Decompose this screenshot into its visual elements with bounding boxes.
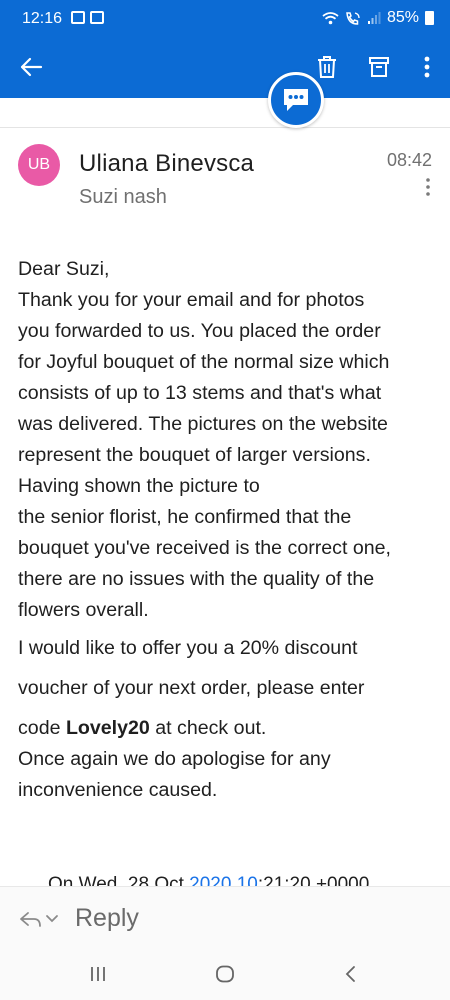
message-header-divider [0,98,450,128]
discount-code-line: code Lovely20 at check out. [18,713,438,744]
status-bar: 12:16 85% [0,0,450,36]
offer-line: I would like to offer you a 20% discount [18,637,358,659]
code-suffix: at check out. [149,717,267,739]
offer-line: voucher of your next order, please enter [18,677,365,699]
code-prefix: code [18,717,66,739]
wifi-calling-icon [346,12,360,25]
battery-icon [425,11,434,25]
more-vertical-icon [424,56,430,78]
body-line: there are no issues with the quality of … [18,568,375,590]
recipient-name[interactable]: Suzi nash [79,186,167,209]
body-line: for Joyful bouquet of the normal size wh… [18,351,390,373]
greeting: Dear Suzi, [18,258,110,280]
chevron-down-icon [46,915,58,923]
body-line: bouquet you've received is the correct o… [18,537,391,559]
body-line: was delivered. The pictures on the websi… [18,413,388,435]
home-icon [216,965,234,983]
gallery-notification-icon [71,11,85,24]
archive-button[interactable] [364,52,394,82]
app-notification-icon [90,11,104,24]
reply-bar[interactable]: Reply [0,886,450,948]
discount-code: Lovely20 [65,717,150,739]
back-button[interactable] [16,52,46,82]
chevron-left-icon [345,966,355,982]
app-bar: 12:16 85% [0,0,450,98]
recent-apps-button[interactable] [83,962,113,986]
closing-line: inconvenience caused. [18,779,218,801]
chat-bubble-icon [284,89,308,111]
message-body: Dear Suzi, Thank you for your email and … [18,254,438,806]
avatar-initials: UB [27,156,51,173]
signal-icon [367,12,381,24]
archive-icon [369,57,389,77]
closing-line: Once again we do apologise for any [18,748,331,770]
chat-view-button[interactable] [268,72,324,128]
system-nav-bar [0,948,450,1000]
reply-button-label[interactable]: Reply [75,904,139,933]
body-line: Having shown the picture to [18,475,260,497]
delete-button[interactable] [312,52,342,82]
status-right: 85% [322,9,434,27]
body-line: flowers overall. [18,599,149,621]
body-line: Thank you for your email and for photos [18,289,365,311]
home-button[interactable] [210,962,240,986]
battery-percent: 85% [386,9,419,26]
more-options-button[interactable] [412,52,442,82]
more-vertical-icon [426,178,430,196]
reply-icon [20,912,41,927]
sender-name[interactable]: Uliana Binevsca [79,150,254,178]
recent-apps-icon [91,967,105,981]
message-more-button[interactable] [418,176,438,198]
status-time: 12:16 [22,10,63,27]
wifi-icon [322,12,339,25]
body-line: represent the bouquet of larger versions… [18,444,371,466]
avatar[interactable]: UB [18,144,60,186]
body-line: you forwarded to us. You placed the orde… [18,320,381,342]
back-arrow-icon [20,57,43,77]
body-line: the senior florist, he confirmed that th… [18,506,352,528]
body-line: consists of up to 13 stems and that's wh… [18,382,382,404]
message-time: 08:42 [386,150,432,170]
system-back-button[interactable] [336,962,366,986]
reply-options[interactable] [18,908,66,930]
trash-icon [318,56,336,78]
